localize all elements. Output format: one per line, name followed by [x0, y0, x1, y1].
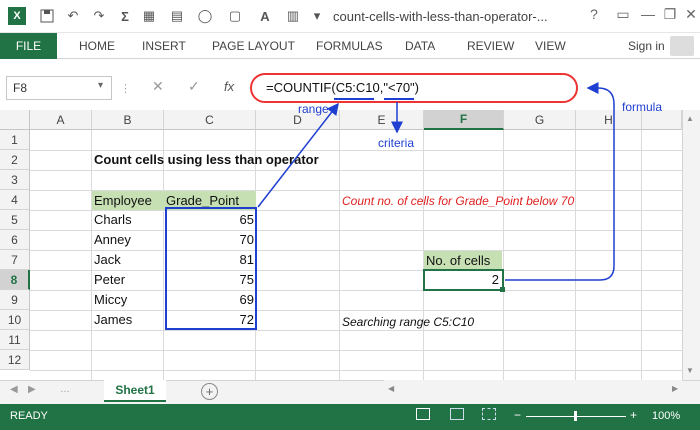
zoom-in-icon[interactable]: +	[630, 408, 637, 422]
employee-cell[interactable]: Peter	[94, 270, 125, 290]
sheet-heading[interactable]: Count cells using less than operator	[94, 150, 319, 170]
scroll-left-icon[interactable]: ◀	[388, 384, 394, 393]
tab-view[interactable]: VIEW	[535, 39, 566, 53]
row-header-8[interactable]: 8	[0, 270, 30, 290]
scroll-right-icon[interactable]: ▶	[672, 384, 678, 393]
header-employee[interactable]: Employee	[92, 191, 164, 210]
row-header-5[interactable]: 5	[0, 210, 30, 230]
column-header-g[interactable]: G	[504, 110, 576, 130]
row-header-4[interactable]: 4	[0, 190, 30, 210]
circle-icon[interactable]: ◯	[196, 7, 214, 25]
annotation-criteria: criteria	[378, 136, 415, 150]
font-color-icon[interactable]: A	[256, 7, 274, 25]
row-header-7[interactable]: 7	[0, 250, 30, 270]
column-header-f[interactable]: F	[424, 110, 504, 130]
row-header-1[interactable]: 1	[0, 130, 30, 150]
insert-function-icon[interactable]: fx	[224, 79, 234, 94]
sum-icon[interactable]: Σ	[116, 7, 134, 25]
active-cell-border	[423, 269, 504, 291]
ribbon-display-button[interactable]: ▭	[613, 6, 633, 23]
signin-link[interactable]: Sign in	[628, 39, 665, 53]
redo-icon[interactable]: ↷	[90, 7, 108, 25]
page-break-view-icon[interactable]	[482, 408, 496, 420]
fill-handle[interactable]	[500, 287, 505, 292]
zoom-level[interactable]: 100%	[652, 410, 680, 422]
note-count[interactable]: Count no. of cells for Grade_Point below…	[342, 191, 574, 211]
sheet-next-icon[interactable]: ▶	[28, 384, 36, 395]
range-underline	[334, 98, 374, 100]
horizontal-scrollbar[interactable]	[384, 380, 682, 402]
row-header-10[interactable]: 10	[0, 310, 30, 330]
column-header-c[interactable]: C	[164, 110, 256, 130]
status-bar	[0, 404, 700, 430]
save-icon[interactable]	[38, 7, 56, 25]
annotation-formula: formula	[622, 100, 663, 114]
result-label[interactable]: No. of cells	[424, 251, 502, 270]
tab-formulas[interactable]: FORMULAS	[316, 39, 383, 53]
employee-cell[interactable]: Charls	[94, 210, 132, 230]
employee-cell[interactable]: Anney	[94, 230, 131, 250]
criteria-underline	[384, 98, 414, 100]
add-sheet-button[interactable]: +	[201, 383, 218, 400]
customize-toolbar-icon[interactable]: ▾	[308, 7, 326, 25]
employee-cell[interactable]: Jack	[94, 250, 121, 270]
formula-highlight-oval	[250, 73, 578, 103]
column-header-b[interactable]: B	[92, 110, 164, 130]
normal-view-icon[interactable]	[416, 408, 430, 420]
select-all-corner[interactable]	[0, 110, 30, 130]
tab-data[interactable]: DATA	[405, 39, 435, 53]
employee-cell[interactable]: Miccy	[94, 290, 127, 310]
tab-home[interactable]: HOME	[79, 39, 115, 53]
scroll-up-icon[interactable]: ▲	[686, 114, 694, 123]
zoom-out-icon[interactable]: −	[514, 408, 521, 422]
cancel-icon[interactable]: ✕	[152, 78, 164, 95]
border-icon[interactable]: ▢	[226, 7, 244, 25]
undo-icon[interactable]: ↶	[64, 7, 82, 25]
excel-logo-icon: X	[8, 7, 26, 25]
column-header-e[interactable]: E	[340, 110, 424, 130]
sheet-more-icon[interactable]: …	[60, 384, 70, 395]
enter-icon[interactable]: ✓	[188, 78, 200, 95]
avatar[interactable]	[670, 36, 694, 56]
more-icon: ⋮	[120, 83, 131, 95]
close-button[interactable]: ✕	[681, 6, 700, 23]
row-header-9[interactable]: 9	[0, 290, 30, 310]
document-title: count-cells-with-less-than-operator-...	[333, 9, 548, 24]
tab-insert[interactable]: INSERT	[142, 39, 186, 53]
table-icon[interactable]: ▦	[140, 7, 158, 25]
range-highlight-box	[165, 207, 257, 330]
row-header-3[interactable]: 3	[0, 170, 30, 190]
chevron-down-icon[interactable]: ▾	[98, 80, 103, 91]
employee-cell[interactable]: James	[94, 310, 132, 330]
sheet-prev-icon[interactable]: ◀	[10, 384, 18, 395]
row-header-11[interactable]: 11	[0, 330, 30, 350]
name-box[interactable]: F8	[6, 76, 112, 100]
zoom-thumb[interactable]	[574, 411, 577, 421]
status-ready: READY	[10, 410, 48, 422]
grid-icon[interactable]: ▤	[168, 7, 186, 25]
column-header-a[interactable]: A	[30, 110, 92, 130]
annotation-range: range	[298, 102, 329, 116]
tab-file[interactable]: FILE	[0, 33, 57, 59]
row-header-12[interactable]: 12	[0, 350, 30, 370]
help-button[interactable]: ?	[584, 6, 604, 22]
row-header-6[interactable]: 6	[0, 230, 30, 250]
restore-button[interactable]: ❐	[660, 6, 680, 23]
vertical-scrollbar[interactable]	[682, 110, 700, 380]
tab-page-layout[interactable]: PAGE LAYOUT	[212, 39, 295, 53]
tab-sheet1[interactable]: Sheet1	[104, 380, 166, 402]
minimize-button[interactable]: —	[638, 6, 658, 22]
note-range[interactable]: Searching range C5:C10	[342, 312, 474, 332]
row-header-2[interactable]: 2	[0, 150, 30, 170]
chart-icon[interactable]: ▥	[284, 7, 302, 25]
tab-review[interactable]: REVIEW	[467, 39, 514, 53]
scroll-down-icon[interactable]: ▼	[686, 366, 694, 375]
page-layout-view-icon[interactable]	[450, 408, 464, 420]
